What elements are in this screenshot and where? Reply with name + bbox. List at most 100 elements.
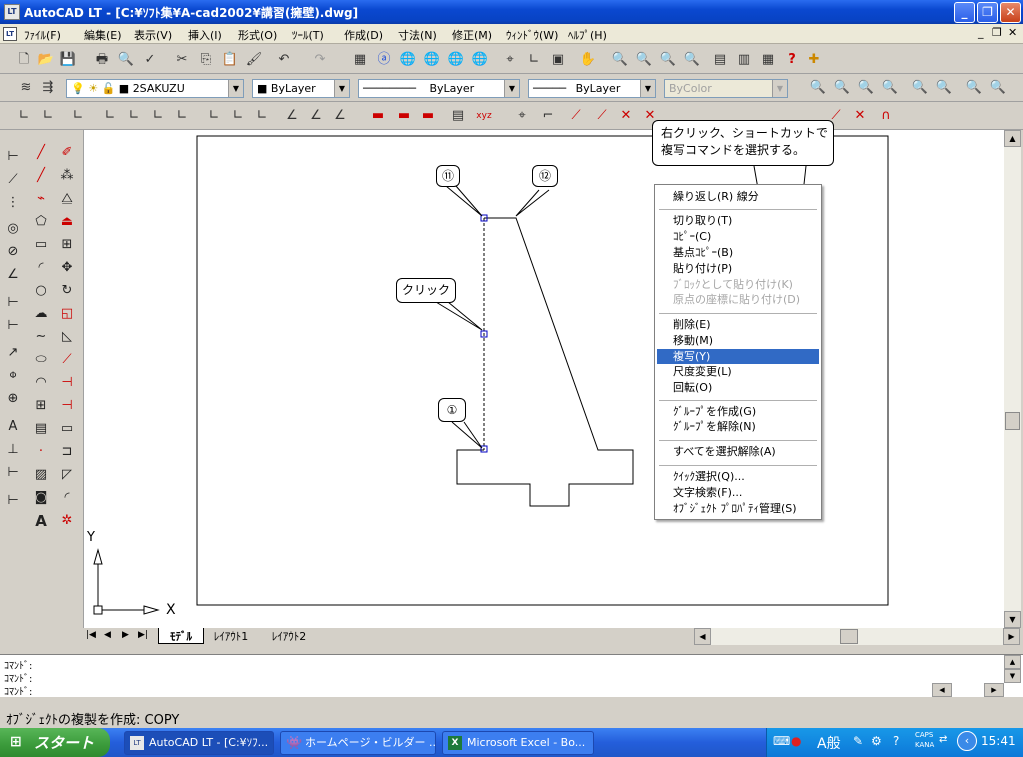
last-tab-icon[interactable]: ▶|	[138, 630, 148, 640]
circle-icon[interactable]: ○	[30, 280, 52, 302]
horizontal-scrollbar[interactable]: ◀ ▶	[694, 628, 1020, 645]
dim-radius-icon[interactable]: ◎	[2, 218, 24, 240]
zoom-center-icon[interactable]: 🔍	[880, 78, 900, 98]
region-icon[interactable]: ◙	[30, 487, 52, 509]
copy-icon[interactable]: ⎘	[196, 50, 216, 70]
menu-format[interactable]: 形式(O)	[238, 27, 277, 43]
task-autocad[interactable]: LT AutoCAD LT - [C:¥ｿﾌ...	[124, 731, 274, 755]
ucs-3point-icon[interactable]: ∟	[148, 106, 168, 126]
ctx-erase[interactable]: 削除(E)	[657, 317, 819, 332]
web-icon[interactable]: 🌐	[398, 50, 418, 70]
vertical-scrollbar[interactable]: ▲ ▼	[1004, 130, 1021, 628]
ucs-origin-icon[interactable]: ∟	[100, 106, 120, 126]
lineweight-combo[interactable]: ───── ByLayer ▼	[528, 79, 656, 98]
ucs-previous-icon[interactable]: ∟	[38, 106, 58, 126]
save-icon[interactable]: 💾	[58, 50, 78, 70]
dim-diameter-icon[interactable]: ⊘	[2, 241, 24, 263]
polyline-icon[interactable]: ⌁	[30, 188, 52, 210]
osnap-magnet-icon[interactable]: ∩	[876, 106, 896, 126]
tool-palette-icon[interactable]: ▥	[734, 50, 754, 70]
scroll-left-icon[interactable]: ◀	[694, 628, 711, 645]
revcloud-icon[interactable]: ☁	[30, 303, 52, 325]
xyz-icon[interactable]: xyz	[474, 106, 494, 126]
stretch-icon[interactable]: ◺	[56, 326, 78, 348]
extend-icon[interactable]: ⊣	[56, 395, 78, 417]
lengthen-icon[interactable]: ⟋	[56, 349, 78, 371]
scale-icon[interactable]: ◱	[56, 303, 78, 325]
web-publish-icon[interactable]: 🌐	[422, 50, 442, 70]
layer-manager-icon[interactable]: ≋	[16, 78, 36, 98]
help-icon[interactable]: ?	[782, 50, 802, 70]
ctx-copy-base[interactable]: 基点ｺﾋﾟｰ(B)	[657, 245, 819, 260]
first-tab-icon[interactable]: |◀	[86, 630, 96, 640]
ucs-zaxis-icon[interactable]: ∟	[124, 106, 144, 126]
scroll-down-icon[interactable]: ▼	[1004, 611, 1021, 628]
chamfer-icon[interactable]: ◸	[56, 464, 78, 486]
task-excel[interactable]: X Microsoft Excel - Bo...	[442, 731, 594, 755]
ucs-apply-icon[interactable]: ∠	[282, 106, 302, 126]
ctx-find[interactable]: 文字検索(F)...	[657, 485, 819, 500]
menu-file[interactable]: ﾌｧｲﾙ(F)	[24, 27, 61, 43]
ctx-rotate[interactable]: 回転(O)	[657, 380, 819, 395]
ellipse-icon[interactable]: ⬭	[30, 349, 52, 371]
tab-model[interactable]: ﾓﾃﾞﾙ	[158, 628, 204, 644]
ucs-icon[interactable]: ∟	[14, 106, 34, 126]
properties-icon[interactable]: ▤	[710, 50, 730, 70]
menu-modify[interactable]: 修正(M)	[452, 27, 492, 43]
ime-tool-icon[interactable]: ⚙	[871, 734, 882, 748]
rectangle-icon[interactable]: ▭	[30, 234, 52, 256]
insert-block-icon[interactable]: ⊞	[30, 395, 52, 417]
construction-line-icon[interactable]: ╱	[30, 165, 52, 187]
menu-dimension[interactable]: 寸法(N)	[398, 27, 437, 43]
menu-tools[interactable]: ﾂｰﾙ(T)	[292, 27, 324, 43]
make-block-icon[interactable]: ▤	[30, 418, 52, 440]
keyboard-icon[interactable]: ⌨	[773, 734, 790, 748]
dim-leader-icon[interactable]: ↗	[2, 342, 24, 364]
zoom-out-icon[interactable]: 🔍	[934, 78, 954, 98]
ctx-paste[interactable]: 貼り付け(P)	[657, 261, 819, 276]
match-properties-icon[interactable]: 🖌	[244, 50, 264, 70]
ctx-copy[interactable]: ｺﾋﾟｰ(C)	[657, 229, 819, 244]
dim-edit-icon[interactable]: A	[2, 416, 24, 438]
dim-linear-icon[interactable]: ⊢	[2, 146, 24, 168]
menu-edit[interactable]: 編集(E)	[84, 27, 122, 43]
break-at-point-icon[interactable]: ⊐	[56, 441, 78, 463]
break-icon[interactable]: ▭	[56, 418, 78, 440]
menu-insert[interactable]: 挿入(I)	[188, 27, 222, 43]
osnap-icon[interactable]: ⌖	[512, 106, 532, 126]
prev-tab-icon[interactable]: ◀	[104, 630, 111, 640]
dim-continue-icon[interactable]: ⊢	[2, 315, 24, 337]
menu-view[interactable]: 表示(V)	[134, 27, 172, 43]
spline-icon[interactable]: ∼	[30, 326, 52, 348]
offset-icon[interactable]: ⏏	[56, 211, 78, 233]
ctx-scale[interactable]: 尺度変更(L)	[657, 364, 819, 379]
ctx-group-remove[interactable]: ｸﾞﾙｰﾌﾟを解除(N)	[657, 419, 819, 434]
dim-center-icon[interactable]: ⊕	[2, 388, 24, 410]
ctx-quick-select[interactable]: ｸｲｯｸ選択(Q)...	[657, 469, 819, 484]
zoom-in-icon[interactable]: 🔍	[910, 78, 930, 98]
ctx-move[interactable]: 移動(M)	[657, 333, 819, 348]
design-center-icon[interactable]: ▦	[350, 50, 370, 70]
array-icon[interactable]: ⊞	[56, 234, 78, 256]
ctx-repeat[interactable]: 繰り返し(R) 線分	[657, 189, 819, 204]
vertical-scroll-thumb[interactable]	[1005, 412, 1020, 430]
doc-minimize-button[interactable]: _	[978, 26, 984, 39]
network-icon[interactable]: ⇄	[939, 734, 947, 745]
drawing-canvas[interactable]: ⑪ ⑫ クリック ① 右クリック、ショートカットで 複写コマンドを選択する。 Y…	[84, 120, 1004, 628]
insert-icon[interactable]: ▬	[394, 106, 414, 126]
chevron-down-icon[interactable]: ▼	[228, 80, 243, 97]
dim-baseline-icon[interactable]: ⊢	[2, 292, 24, 314]
zoom-previous-icon[interactable]: 🔍	[658, 50, 678, 70]
doc-close-button[interactable]: ✕	[1008, 26, 1017, 39]
menu-window[interactable]: ｳｨﾝﾄﾞｳ(W)	[506, 27, 558, 43]
dim-update-icon[interactable]: ⊢	[2, 462, 24, 484]
snap-icon[interactable]: ⌖	[500, 50, 520, 70]
dim-angular-icon[interactable]: ∠	[2, 264, 24, 286]
chevron-left-icon[interactable]: ‹	[957, 731, 977, 751]
task-homepage-builder[interactable]: 👾 ホームページ・ビルダー ...	[280, 731, 436, 755]
help-icon[interactable]: ?	[893, 734, 899, 748]
zoom-extents-icon[interactable]: 🔍	[682, 50, 702, 70]
copy-object-icon[interactable]: ⁂	[56, 165, 78, 187]
calculator-icon[interactable]: ▦	[758, 50, 778, 70]
text-style-icon[interactable]: ▤	[448, 106, 468, 126]
